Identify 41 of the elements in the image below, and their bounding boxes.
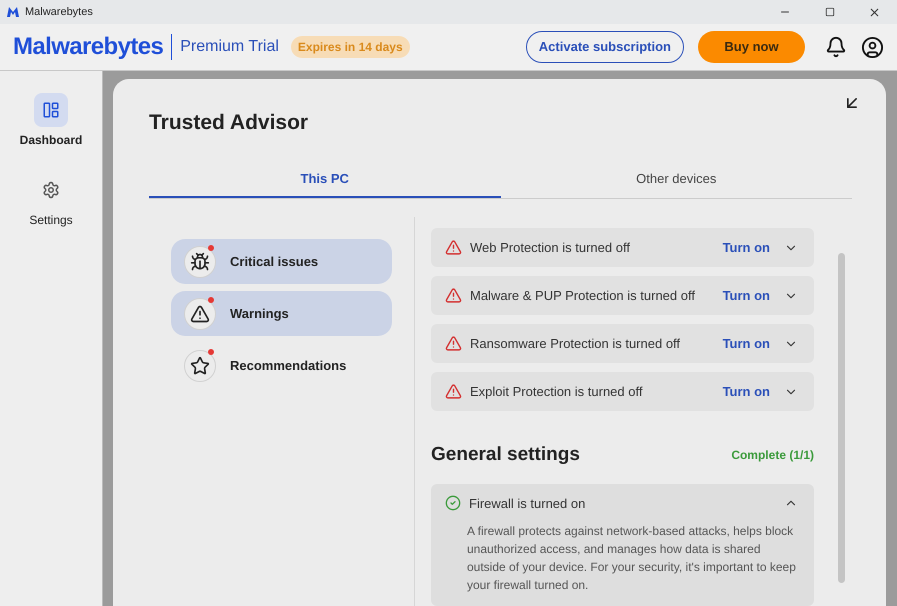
setting-description: A firewall protects against network-based attacks, helps block unauthorized access, and manages how data is shared outside of your device. For your security, it's important to keep your firewall turned on. <box>467 523 797 594</box>
close-icon <box>868 6 881 18</box>
turn-on-link[interactable]: Turn on <box>722 382 770 402</box>
logo-icon <box>6 6 20 18</box>
sidebar-item[interactable]: Dashboard <box>20 93 82 149</box>
turn-on-link[interactable]: Turn on <box>722 286 770 306</box>
notifications-button[interactable] <box>825 36 847 58</box>
warning-icon <box>445 239 462 256</box>
check-circle-icon <box>445 495 461 512</box>
sidebar-item[interactable]: Settings <box>29 173 73 229</box>
turn-on-link[interactable]: Turn on <box>722 238 770 258</box>
star-icon <box>190 356 210 376</box>
warning-icon <box>445 287 462 304</box>
panel-title: Trusted Advisor <box>149 110 310 136</box>
warning-icon <box>445 335 462 352</box>
setting-label: Firewall is turned on <box>469 494 586 512</box>
tab[interactable]: This PC <box>149 161 500 198</box>
maximize-icon <box>824 7 834 17</box>
bug-icon <box>190 252 210 272</box>
warning-icon <box>445 383 462 400</box>
issue-label: Web Protection is turned off <box>470 238 630 257</box>
category-item[interactable]: Warnings <box>171 291 392 336</box>
issue-label: Ransomware Protection is turned off <box>470 334 680 353</box>
dashboard-icon <box>42 101 60 119</box>
buy-now-button[interactable]: Buy now <box>698 31 805 63</box>
window-title: Malwarebytes <box>25 4 93 20</box>
issue-label: Exploit Protection is turned off <box>470 382 642 401</box>
settings-icon <box>42 181 60 199</box>
turn-on-link[interactable]: Turn on <box>722 334 770 354</box>
category-item[interactable]: Critical issues <box>171 239 392 284</box>
warning-icon <box>190 304 210 324</box>
section-title: General settings <box>431 443 580 467</box>
account-button[interactable] <box>861 36 884 58</box>
expiry-badge: Expires in 14 days <box>290 36 410 58</box>
section-status: Complete (1/1) <box>731 447 814 464</box>
issue-label: Malware & PUP Protection is turned off <box>470 286 695 305</box>
activate-subscription-button[interactable]: Activate subscription <box>526 31 684 63</box>
brand-logo: Malwarebytes <box>13 32 164 62</box>
category-item[interactable]: Recommendations <box>171 343 392 388</box>
tab[interactable]: Other devices <box>500 161 852 198</box>
plan-name: Premium Trial <box>180 37 279 57</box>
